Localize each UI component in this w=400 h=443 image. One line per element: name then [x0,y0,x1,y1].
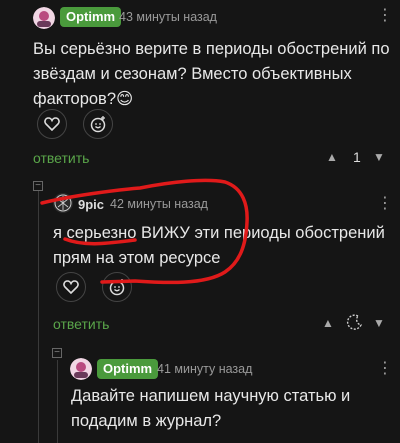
comment-line: звёздам и сезонам? Вместо объективных [33,65,352,83]
emoji-add-icon [109,279,125,296]
triangle-down-icon[interactable]: ▼ [373,316,385,330]
thread-line [38,190,39,443]
avatar[interactable] [33,7,55,29]
reply-link[interactable]: ответить [33,150,89,166]
comment-text: Давайте напишем научную статью и подадим… [71,384,391,434]
moon-icon [346,313,364,336]
emoji-add-icon [90,116,106,133]
comment-line: подадим в журнал? [71,412,222,430]
avatar[interactable] [53,193,73,213]
thread-line [57,360,58,443]
heart-icon [44,117,60,131]
heart-icon [63,280,79,294]
comment-line: прям на этом ресурсе [53,249,221,267]
comment-text: я серьезно ВИЖУ эти периоды обострений п… [53,221,393,271]
comment-line: я серьезно ВИЖУ эти периоды обострений [53,224,385,242]
author-badge[interactable]: Optimm [97,359,159,379]
triangle-up-icon[interactable]: ▲ [322,316,334,330]
emoji-button[interactable] [102,272,132,302]
author-badge[interactable]: Optimm [60,7,122,27]
comment-line: факторов?😊 [33,90,134,108]
collapse-toggle[interactable]: − [52,348,62,358]
collapse-toggle[interactable]: − [33,181,43,191]
triangle-down-icon[interactable]: ▼ [373,150,385,164]
kebab-icon[interactable]: ⋮ [377,361,393,377]
like-button[interactable] [56,272,86,302]
avatar[interactable] [70,358,92,380]
timestamp: 42 минуты назад [110,197,208,211]
comment-line: Давайте напишем научную статью и [71,387,351,405]
comment-text: Вы серьёзно верите в периоды обострений … [33,37,393,112]
author-name[interactable]: 9pic [78,197,104,212]
comment-line: Вы серьёзно верите в периоды обострений … [33,40,390,58]
kebab-icon[interactable]: ⋮ [377,196,393,212]
triangle-up-icon[interactable]: ▲ [326,150,338,164]
timestamp: 41 минуту назад [157,362,253,376]
kebab-icon[interactable]: ⋮ [377,8,393,24]
timestamp: 43 минуты назад [119,10,217,24]
like-button[interactable] [37,109,67,139]
reply-link[interactable]: ответить [53,316,109,332]
rating-count: 1 [353,149,361,165]
emoji-button[interactable] [83,109,113,139]
